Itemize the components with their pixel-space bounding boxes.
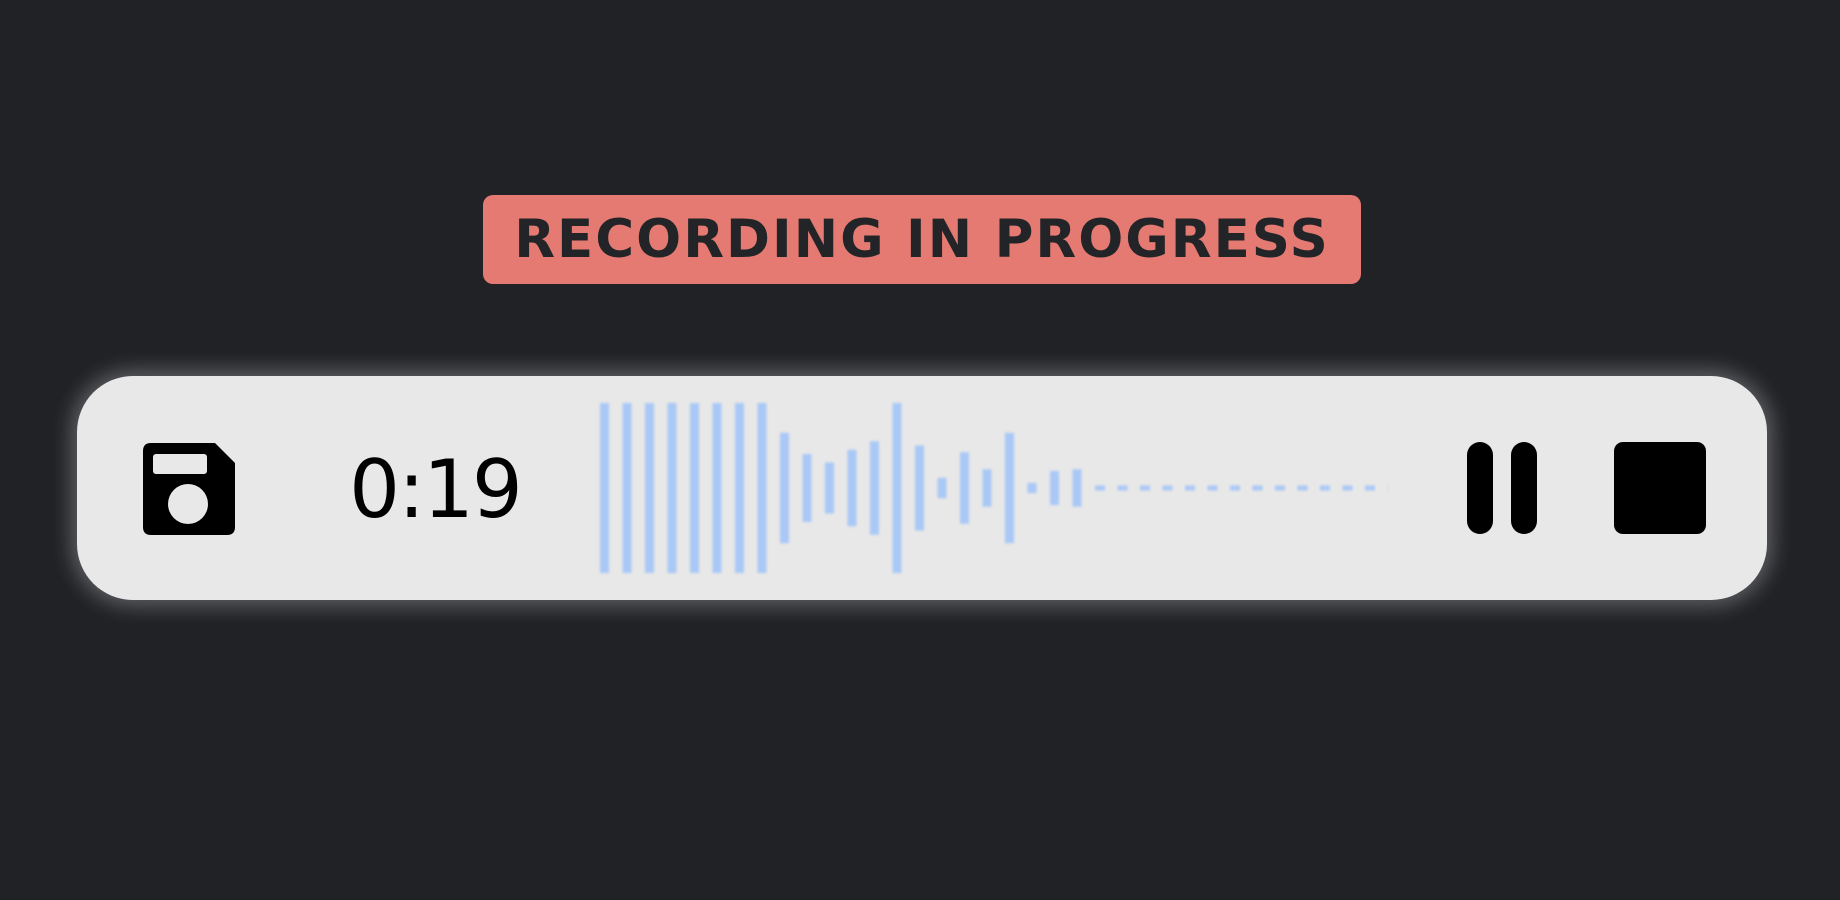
waveform-tick <box>1207 485 1218 491</box>
floppy-disk-icon <box>143 443 235 535</box>
waveform-tick <box>1117 485 1128 491</box>
waveform-tick <box>1162 485 1173 491</box>
waveform-tick <box>1387 485 1388 491</box>
pause-icon <box>1467 442 1537 534</box>
waveform-bar <box>982 469 992 507</box>
elapsed-time: 0:19 <box>349 443 523 536</box>
waveform-tick <box>1365 485 1375 491</box>
waveform-bar <box>622 403 632 573</box>
waveform-bar <box>1027 482 1037 494</box>
waveform-bar <box>915 445 924 531</box>
waveform-bar <box>825 462 834 514</box>
audio-waveform <box>596 400 1388 576</box>
waveform-tick <box>1230 485 1240 491</box>
waveform-bar <box>847 449 857 527</box>
status-badge: RECORDING IN PROGRESS <box>483 195 1361 284</box>
waveform-bar <box>802 454 812 522</box>
waveform-tick <box>1140 485 1150 491</box>
waveform-bar <box>960 452 969 524</box>
waveform-bar <box>712 403 722 573</box>
stop-button[interactable] <box>1614 442 1706 534</box>
waveform-tick <box>1275 485 1285 491</box>
waveform-bar <box>1072 469 1082 507</box>
waveform-bar <box>757 403 767 573</box>
waveform-bar <box>780 432 789 544</box>
save-button[interactable] <box>143 443 235 535</box>
waveform-bar <box>870 441 879 535</box>
waveform-bar <box>667 403 677 573</box>
waveform-bar <box>937 477 947 499</box>
waveform-tick <box>1185 485 1195 491</box>
stop-icon <box>1614 442 1706 534</box>
waveform-bar <box>892 403 902 573</box>
waveform-tick <box>1342 485 1353 491</box>
waveform-tick <box>1095 485 1105 491</box>
waveform-bar <box>1005 432 1014 544</box>
pause-button[interactable] <box>1463 442 1541 534</box>
waveform-bar <box>690 403 699 573</box>
waveform-bar <box>600 403 609 573</box>
waveform-tick <box>1252 485 1263 491</box>
waveform-bar <box>645 403 654 573</box>
waveform-bar <box>735 403 744 573</box>
waveform-tick <box>1297 485 1308 491</box>
recording-status-label: RECORDING IN PROGRESS <box>514 209 1330 270</box>
waveform-bar <box>1050 471 1059 505</box>
waveform-tick <box>1320 485 1330 491</box>
